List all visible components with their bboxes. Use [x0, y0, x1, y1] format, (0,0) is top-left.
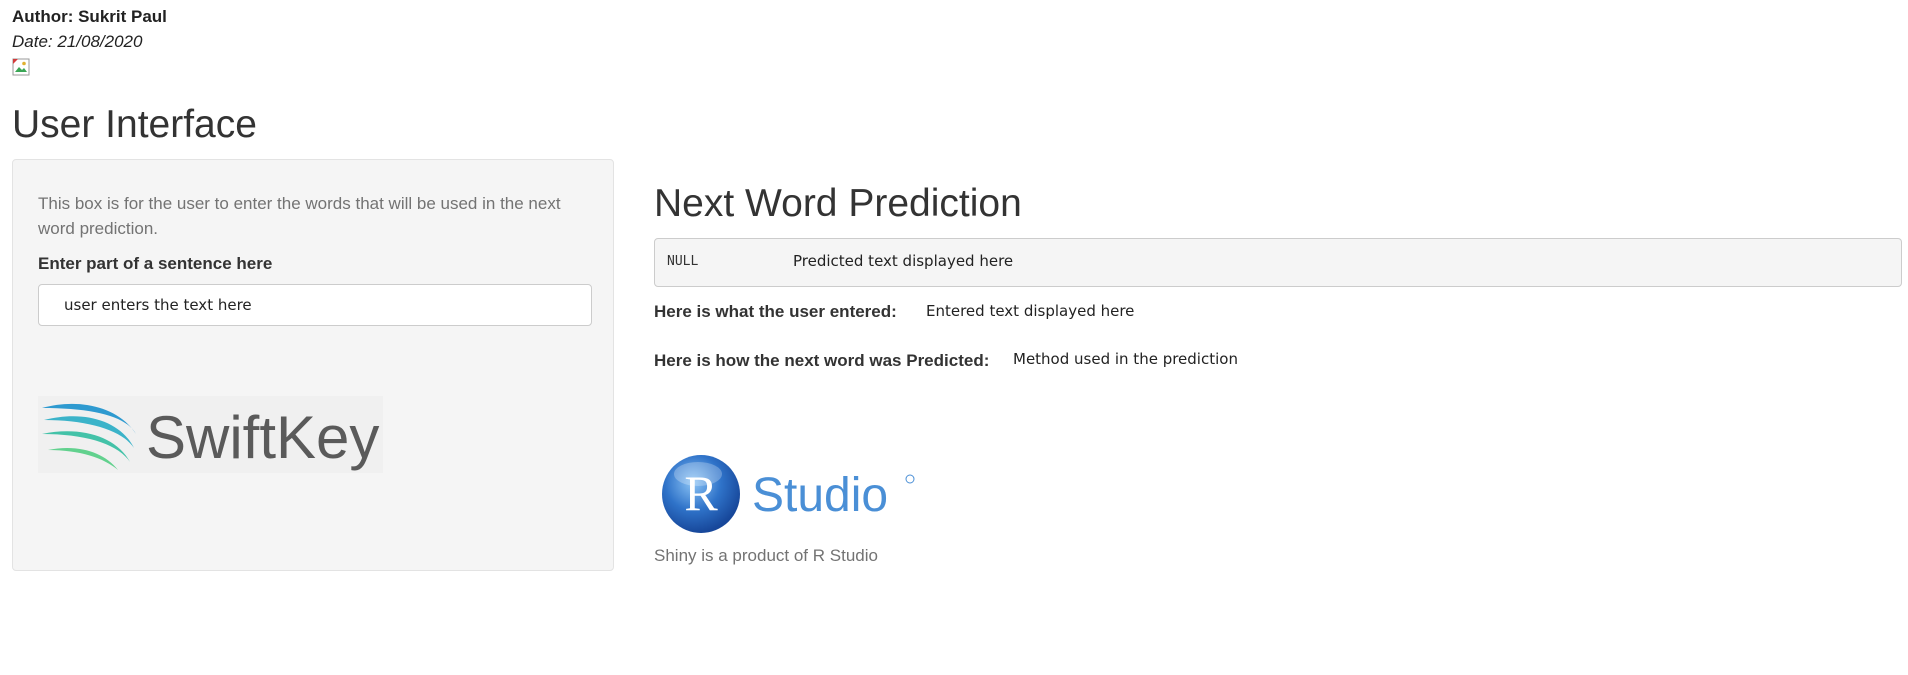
date-line: Date: 21/08/2020: [12, 32, 143, 51]
method-label: Here is how the next word was Predicted:: [654, 351, 990, 370]
rstudio-logo: R Studio: [662, 455, 915, 533]
null-output: NULL: [667, 254, 699, 269]
main-title: Next Word Prediction: [654, 182, 1022, 225]
method-value: Method used in the prediction: [1013, 350, 1238, 368]
rstudio-logo-text: Studio: [752, 469, 888, 522]
predicted-text: Predicted text displayed here: [793, 252, 1014, 270]
sidebar-panel: This box is for the user to enter the wo…: [12, 159, 614, 571]
rstudio-r-letter: R: [684, 465, 718, 521]
sentence-input[interactable]: [38, 284, 592, 326]
registered-mark-icon: [905, 474, 915, 484]
help-text: This box is for the user to enter the wo…: [38, 194, 561, 238]
page-title: User Interface: [12, 103, 257, 146]
swiftkey-logo: SwiftKey: [38, 396, 383, 473]
page: Author: Sukrit Paul Date: 21/08/2020 Use…: [0, 0, 1908, 675]
entered-value: Entered text displayed here: [926, 302, 1135, 320]
author-line: Author: Sukrit Paul: [12, 7, 167, 26]
rstudio-caption: Shiny is a product of R Studio: [654, 546, 878, 565]
broken-image-icon: [12, 58, 30, 76]
sentence-input-label: Enter part of a sentence here: [38, 254, 273, 273]
entered-label: Here is what the user entered:: [654, 302, 897, 321]
swiftkey-logo-text: SwiftKey: [146, 404, 379, 471]
prediction-output-box: NULL Predicted text displayed here: [654, 238, 1902, 287]
